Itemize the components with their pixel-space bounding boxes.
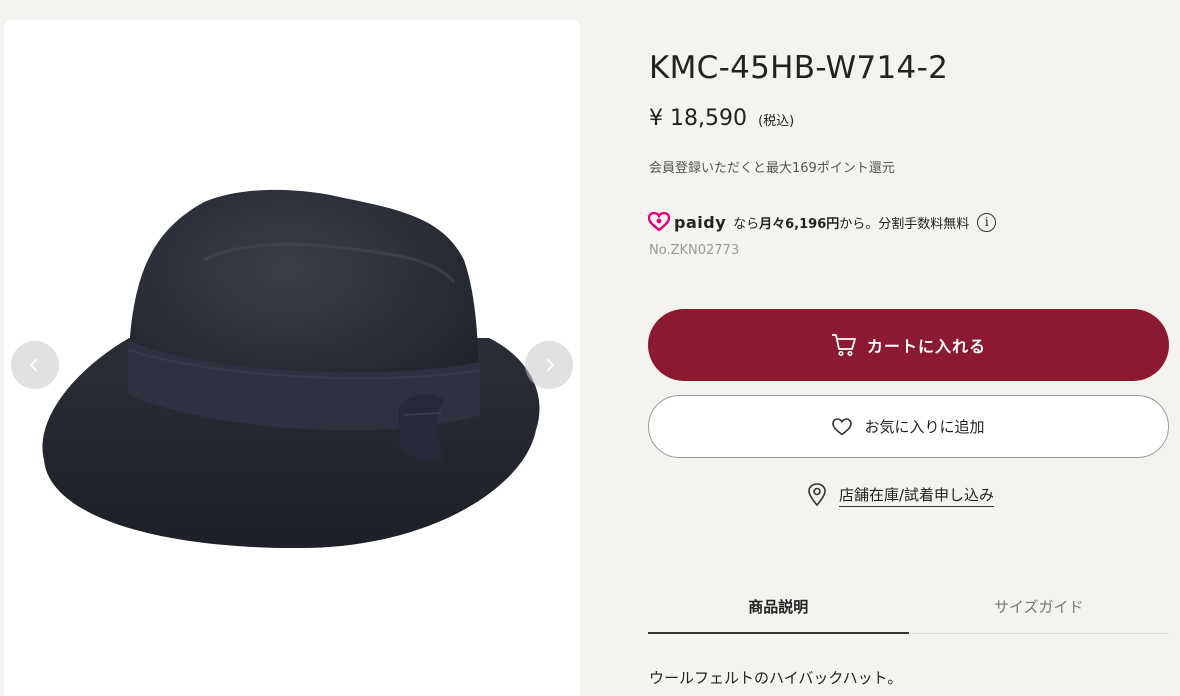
tab-description[interactable]: 商品説明: [648, 580, 909, 634]
paidy-installment-info: paidy なら 月々6,196円 から。分割手数料無料 i: [648, 210, 997, 234]
tax-note: (税込): [758, 114, 795, 129]
store-stock-link[interactable]: 店舗在庫/試着申し込み: [807, 483, 995, 507]
product-image: [42, 189, 540, 549]
price-row: ¥ 18,590 (税込): [649, 106, 794, 131]
product-page: KMC-45HB-W714-2 ¥ 18,590 (税込) 会員登録いただくと最…: [0, 0, 1180, 696]
paidy-logo-text: paidy: [674, 212, 727, 232]
paidy-prefix: なら: [733, 216, 760, 232]
paidy-suffix: から。分割手数料無料: [839, 216, 970, 232]
product-name: KMC-45HB-W714-2: [649, 50, 949, 86]
chevron-right-icon: [546, 358, 555, 372]
info-icon[interactable]: i: [977, 212, 997, 232]
carousel-prev-button[interactable]: [11, 341, 59, 389]
add-to-cart-button[interactable]: カートに入れる: [648, 309, 1169, 381]
paidy-logo-icon: [648, 212, 670, 232]
chevron-left-icon: [29, 358, 38, 372]
product-tabs: 商品説明 サイズガイド: [648, 580, 1169, 634]
paidy-amount: 月々6,196円: [759, 216, 840, 232]
cart-icon: [831, 334, 856, 357]
tab-size-guide[interactable]: サイズガイド: [909, 580, 1170, 633]
paidy-logo: paidy: [648, 212, 726, 232]
heart-icon: [832, 417, 853, 436]
add-to-favorites-label: お気に入りに追加: [864, 418, 985, 436]
product-price: ¥ 18,590: [649, 106, 747, 131]
add-to-favorites-button[interactable]: お気に入りに追加: [648, 395, 1169, 458]
map-pin-icon: [808, 483, 826, 507]
add-to-cart-label: カートに入れる: [866, 337, 986, 356]
product-description: ウールフェルトのハイバックハット。: [649, 669, 903, 687]
points-note: 会員登録いただくと最大169ポイント還元: [649, 161, 895, 176]
store-stock-label: 店舗在庫/試着申し込み: [839, 484, 995, 507]
product-image-carousel: [4, 20, 580, 696]
carousel-next-button[interactable]: [525, 341, 573, 389]
product-number: No.ZKN02773: [649, 243, 740, 258]
